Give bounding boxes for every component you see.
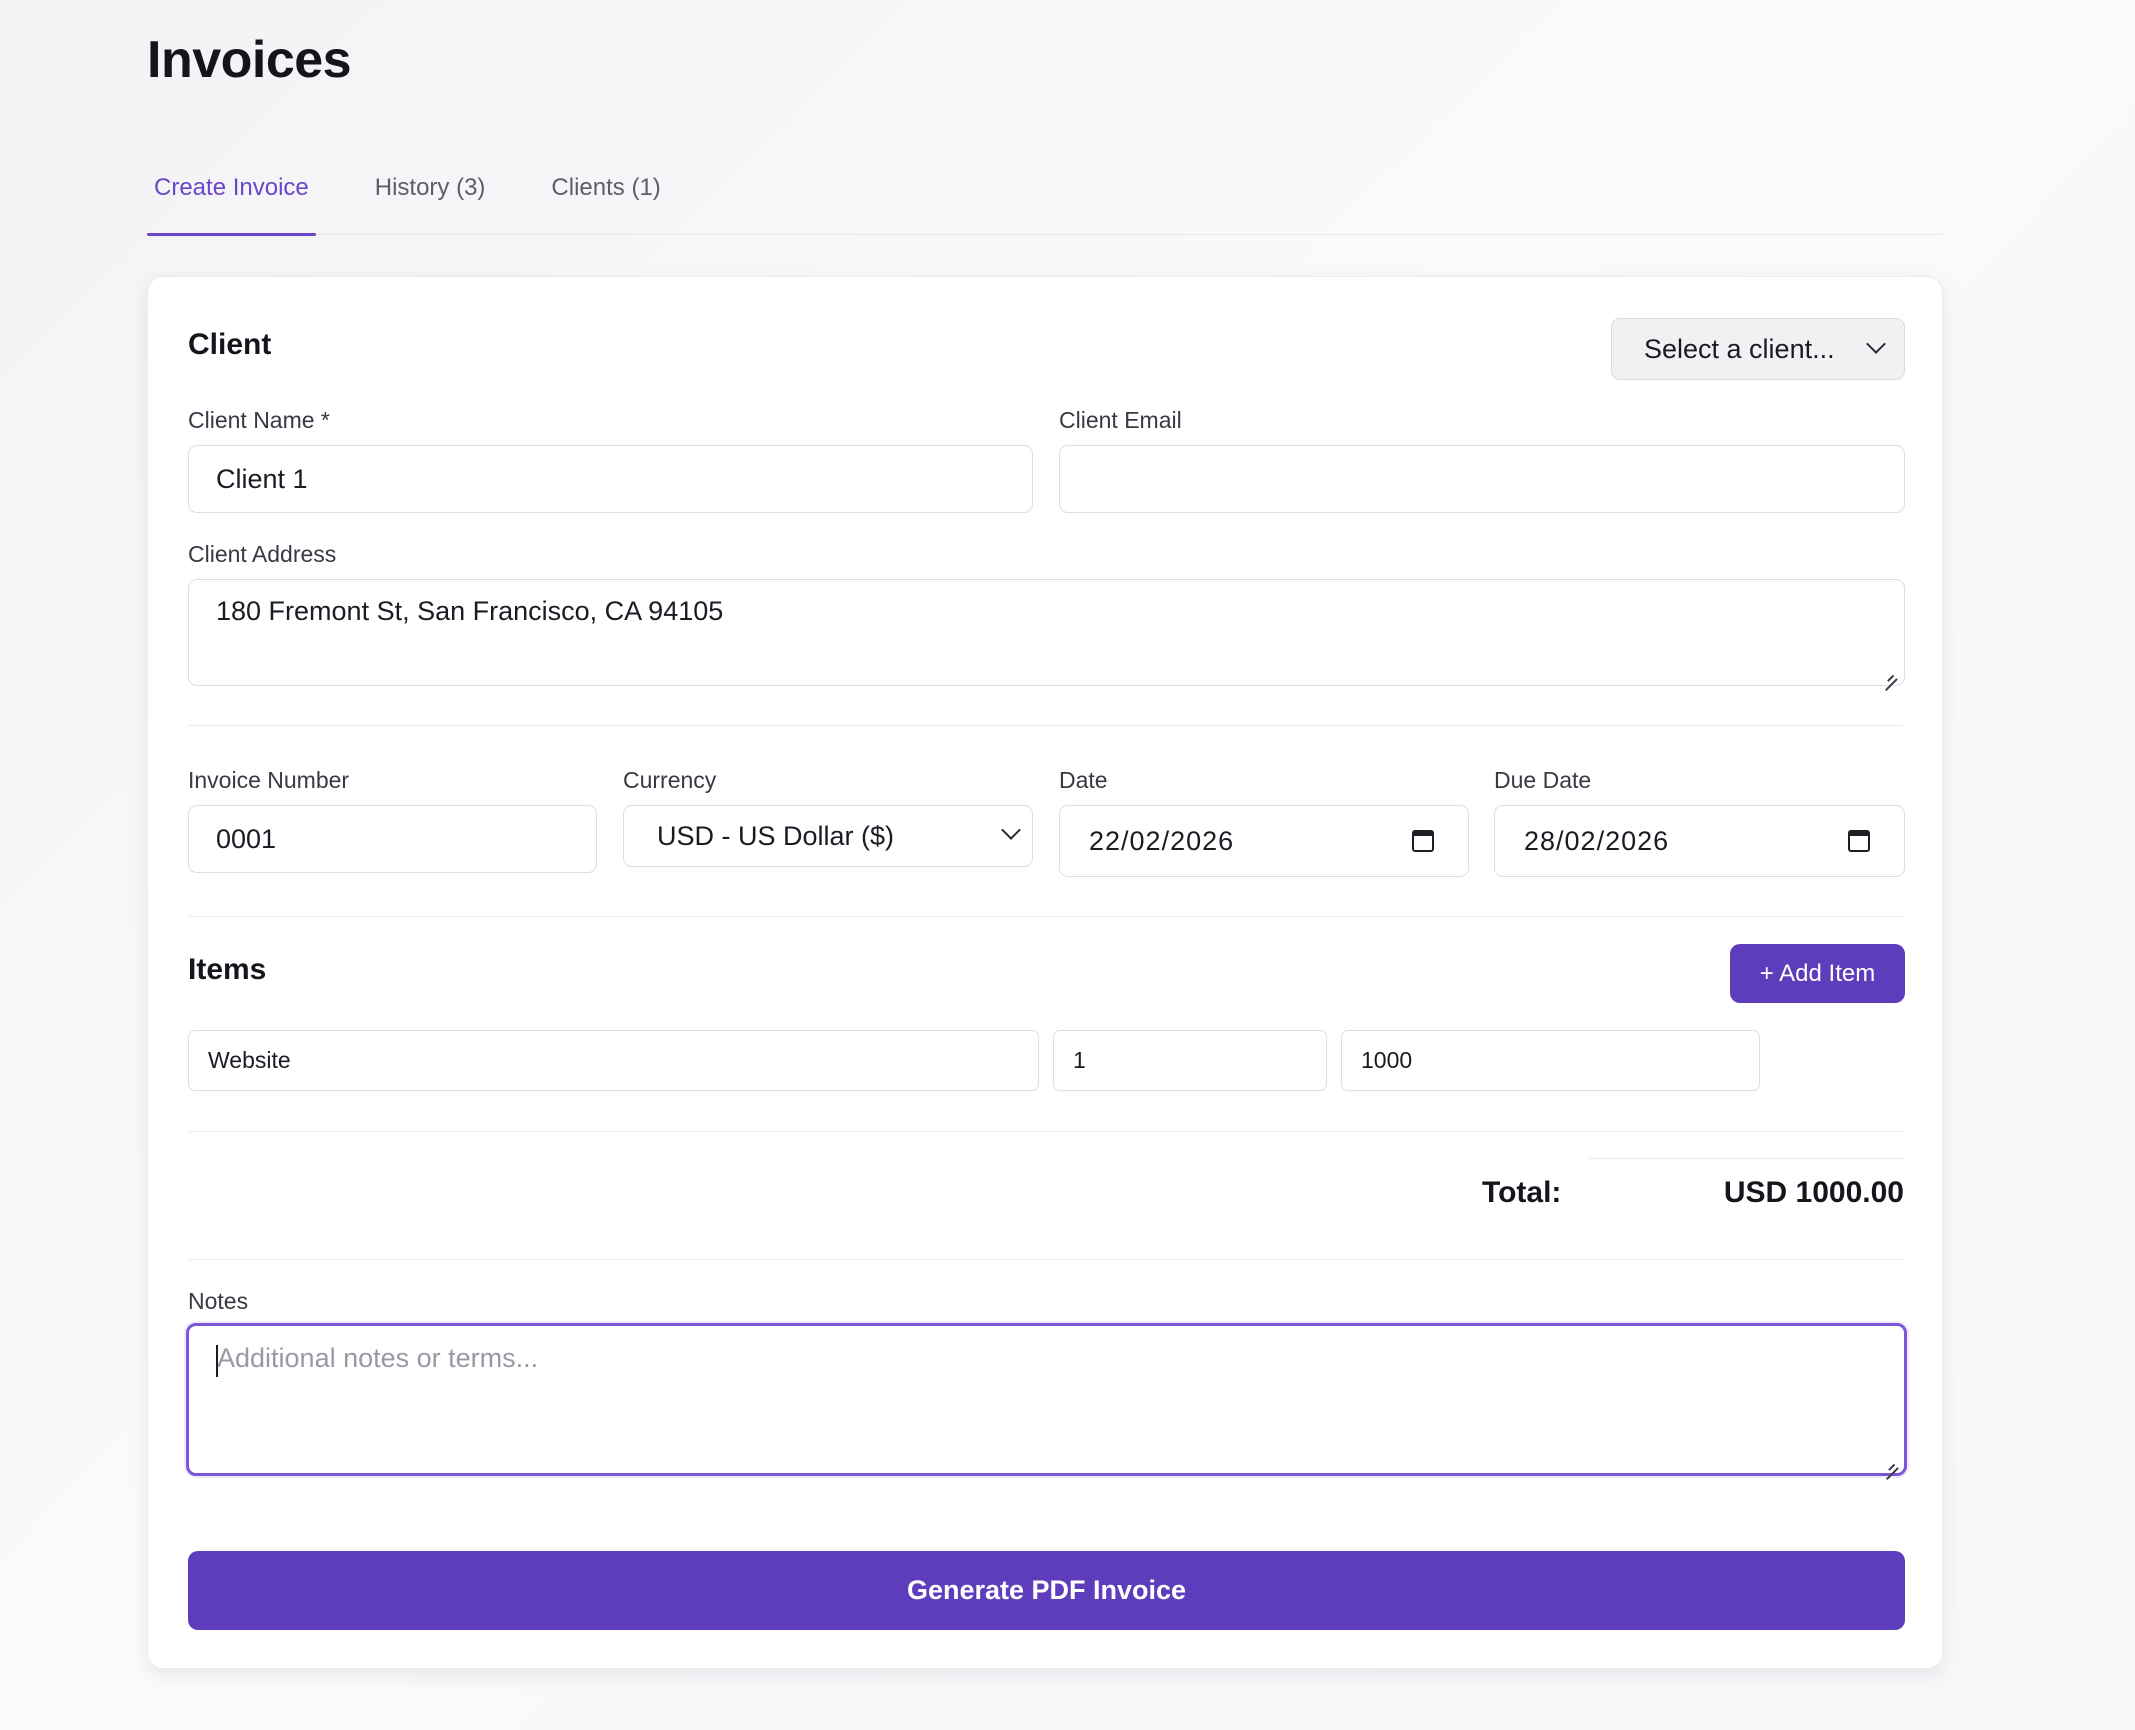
resize-handle-icon[interactable]	[1884, 1455, 1898, 1469]
calendar-icon[interactable]	[1848, 830, 1870, 852]
due-date-label: Due Date	[1494, 767, 1592, 793]
chevron-down-icon	[1001, 820, 1021, 840]
currency-select[interactable]: USD - US Dollar ($)	[623, 805, 1033, 867]
section-divider	[188, 1131, 1903, 1132]
section-divider	[188, 725, 1903, 726]
client-select-value: Select a client...	[1644, 333, 1835, 364]
resize-handle-icon[interactable]	[1883, 666, 1897, 680]
page-title: Invoices	[147, 31, 352, 89]
invoice-number-value: 0001	[216, 823, 277, 854]
client-email-label: Client Email	[1059, 407, 1182, 433]
invoice-number-input[interactable]: 0001	[188, 805, 597, 873]
date-value: 22/02/2026	[1089, 825, 1235, 856]
notes-placeholder: Additional notes or terms...	[217, 1343, 539, 1373]
client-address-label: Client Address	[188, 541, 337, 567]
item-price-value: 1000	[1361, 1047, 1413, 1073]
generate-pdf-button[interactable]: Generate PDF Invoice	[188, 1551, 1905, 1630]
client-select[interactable]: Select a client...	[1611, 318, 1905, 380]
client-address-textarea[interactable]: 180 Fremont St, San Francisco, CA 94105	[188, 579, 1905, 686]
invoice-number-label: Invoice Number	[188, 767, 350, 793]
due-date-input[interactable]: 28/02/2026	[1494, 805, 1905, 877]
total-value: USD 1000.00	[1723, 1176, 1904, 1209]
currency-label: Currency	[623, 767, 717, 793]
client-email-input[interactable]	[1059, 445, 1905, 513]
client-section-title: Client	[188, 328, 272, 361]
total-label: Total:	[1482, 1176, 1562, 1209]
tab-history[interactable]: History (3)	[368, 160, 493, 235]
item-quantity-value: 1	[1073, 1047, 1086, 1073]
invoice-form-card: Client Select a client... Client Name * …	[147, 276, 1943, 1669]
currency-value: USD - US Dollar ($)	[657, 820, 895, 851]
calendar-icon[interactable]	[1412, 830, 1434, 852]
client-name-value: Client 1	[216, 463, 308, 494]
client-name-label: Client Name *	[188, 407, 330, 433]
item-quantity-input[interactable]: 1	[1053, 1030, 1327, 1091]
section-divider	[188, 916, 1903, 917]
notes-label: Notes	[188, 1288, 249, 1314]
tab-create-invoice[interactable]: Create Invoice	[147, 160, 316, 236]
add-item-button[interactable]: + Add Item	[1730, 944, 1905, 1003]
notes-textarea[interactable]: Additional notes or terms...	[186, 1323, 1907, 1476]
item-description-value: Website	[208, 1047, 291, 1073]
item-description-input[interactable]: Website	[188, 1030, 1039, 1091]
date-input[interactable]: 22/02/2026	[1059, 805, 1469, 877]
items-section-title: Items	[188, 953, 267, 986]
chevron-down-icon	[1866, 334, 1886, 354]
tab-clients[interactable]: Clients (1)	[544, 160, 667, 235]
item-price-input[interactable]: 1000	[1341, 1030, 1760, 1091]
client-name-input[interactable]: Client 1	[188, 445, 1033, 513]
text-caret	[216, 1345, 218, 1377]
total-divider	[1588, 1158, 1905, 1159]
due-date-value: 28/02/2026	[1524, 825, 1670, 856]
date-label: Date	[1059, 767, 1108, 793]
section-divider	[188, 1259, 1903, 1260]
client-address-value: 180 Fremont St, San Francisco, CA 94105	[216, 596, 724, 626]
tab-bar: Create Invoice History (3) Clients (1)	[147, 160, 1943, 236]
list-item: Website 1 1000	[188, 1030, 1905, 1092]
